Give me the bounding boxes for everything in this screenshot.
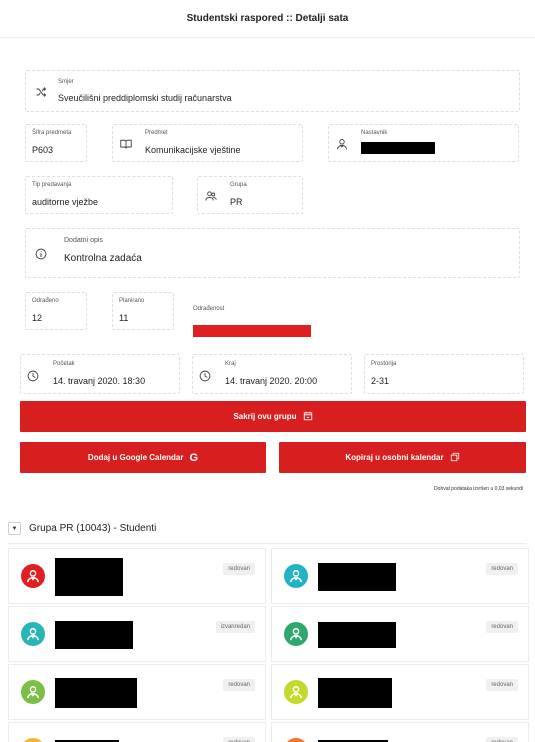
nastavnik-redacted xyxy=(361,142,435,154)
planirano-field: Planirano 11 xyxy=(112,292,174,330)
copy-calendar-button[interactable]: Kopiraj u osobni kalendar xyxy=(279,442,526,473)
status-badge: izvanredan xyxy=(215,621,255,633)
odradeno-value: 12 xyxy=(32,313,43,323)
grupa-value: PR xyxy=(230,197,243,207)
avatar xyxy=(21,564,45,588)
odradenost-progress-bar xyxy=(193,325,311,337)
nastavnik-label: Nastavnik xyxy=(361,130,388,136)
kraj-field: Kraj 14. travanj 2020. 20:00 xyxy=(192,354,352,394)
prostorija-field: Prostorija 2-31 xyxy=(364,354,524,394)
sifra-field: Šifra predmeta P603 xyxy=(25,124,87,162)
book-icon xyxy=(119,137,133,151)
tip-value: auditorne vježbe xyxy=(32,197,99,207)
group-icon xyxy=(204,189,218,203)
avatar xyxy=(284,564,308,588)
nastavnik-field: Nastavnik xyxy=(328,124,519,162)
kraj-label: Kraj xyxy=(225,361,236,367)
odradenost-block: Odrađenost xyxy=(193,306,313,338)
avatar xyxy=(284,680,308,704)
student-card[interactable]: redovan xyxy=(8,664,266,720)
odradenost-label: Odrađenost xyxy=(193,306,225,312)
copy-icon xyxy=(450,452,460,464)
copy-calendar-label: Kopiraj u osobni kalendar xyxy=(345,453,444,462)
student-card[interactable]: redovan xyxy=(271,722,529,742)
teacher-icon xyxy=(335,137,349,151)
student-card[interactable]: izvanredan xyxy=(8,606,266,662)
caret-down-icon[interactable]: ▼ xyxy=(8,522,21,535)
avatar xyxy=(21,680,45,704)
avatar xyxy=(21,622,45,646)
student-name-redacted xyxy=(55,621,133,649)
predmet-field: Predmet Komunikacijske vještine xyxy=(112,124,303,162)
student-name-redacted xyxy=(55,678,137,708)
google-calendar-label: Dodaj u Google Calendar xyxy=(87,453,184,462)
hide-group-button[interactable]: Sakrij ovu grupu xyxy=(20,401,526,432)
smjer-field: Smjer Sveučilišni preddiplomski studij r… xyxy=(25,70,520,112)
opis-label: Dodatni opis xyxy=(64,237,103,244)
student-name-redacted xyxy=(55,558,123,596)
student-card[interactable]: redovan xyxy=(271,548,529,604)
smjer-value: Sveučilišni preddiplomski studij računar… xyxy=(58,93,232,103)
app-header: Studentski raspored :: Detalji sata xyxy=(0,0,535,38)
prostorija-label: Prostorija xyxy=(371,361,397,367)
clock-icon xyxy=(26,369,40,383)
status-badge: redovan xyxy=(223,563,255,575)
status-badge: redovan xyxy=(486,563,518,575)
pocetak-label: Početak xyxy=(53,361,75,367)
page-title: Studentski raspored :: Detalji sata xyxy=(186,13,349,24)
google-icon: G xyxy=(189,451,199,464)
opis-field: Dodatni opis Kontrolna zadaća xyxy=(25,228,520,278)
prostorija-value: 2-31 xyxy=(371,376,390,386)
status-badge: redovan xyxy=(486,621,518,633)
pocetak-value: 14. travanj 2020. 18:30 xyxy=(53,376,146,386)
hide-group-label: Sakrij ovu grupu xyxy=(233,412,297,421)
student-card[interactable]: redovan xyxy=(271,664,529,720)
odradeno-label: Odrađeno xyxy=(32,298,59,304)
group-header[interactable]: ▼ Grupa PR (10043) - Studenti xyxy=(8,514,527,544)
planirano-value: 11 xyxy=(119,313,129,323)
sifra-label: Šifra predmeta xyxy=(32,130,72,136)
pocetak-field: Početak 14. travanj 2020. 18:30 xyxy=(20,354,180,394)
student-name-redacted xyxy=(318,678,392,708)
clock-icon xyxy=(198,369,212,383)
google-calendar-button[interactable]: Dodaj u Google Calendar G xyxy=(20,442,266,473)
grupa-label: Grupa xyxy=(230,182,247,188)
fetch-time-note: Dohvat podataka izvršen u 0,03 sekundi xyxy=(434,486,523,492)
status-badge: redovan xyxy=(223,679,255,691)
tip-label: Tip predavanja xyxy=(32,182,72,188)
status-badge: redovan xyxy=(223,737,255,742)
avatar xyxy=(284,622,308,646)
student-name-redacted xyxy=(318,563,396,591)
student-card[interactable]: redovan xyxy=(8,548,266,604)
student-card[interactable]: redovan xyxy=(271,606,529,662)
avatar xyxy=(284,738,308,742)
calendar-hide-icon xyxy=(303,411,313,423)
predmet-value: Komunikacijske vještine xyxy=(145,145,241,155)
shuffle-icon xyxy=(34,85,48,99)
student-card[interactable]: redovan xyxy=(8,722,266,742)
planirano-label: Planirano xyxy=(119,298,145,304)
grupa-field: Grupa PR xyxy=(197,176,303,214)
tip-field: Tip predavanja auditorne vježbe xyxy=(25,176,173,214)
opis-value: Kontrolna zadaća xyxy=(64,253,142,264)
student-name-redacted xyxy=(318,622,396,648)
smjer-label: Smjer xyxy=(58,79,74,85)
predmet-label: Predmet xyxy=(145,130,168,136)
status-badge: redovan xyxy=(486,737,518,742)
avatar xyxy=(21,738,45,742)
info-icon xyxy=(34,247,48,261)
odradenost-track xyxy=(193,325,311,337)
group-title: Grupa PR (10043) - Studenti xyxy=(29,523,157,534)
kraj-value: 14. travanj 2020. 20:00 xyxy=(225,376,318,386)
status-badge: redovan xyxy=(486,679,518,691)
odradeno-field: Odrađeno 12 xyxy=(25,292,87,330)
sifra-value: P603 xyxy=(32,145,54,155)
